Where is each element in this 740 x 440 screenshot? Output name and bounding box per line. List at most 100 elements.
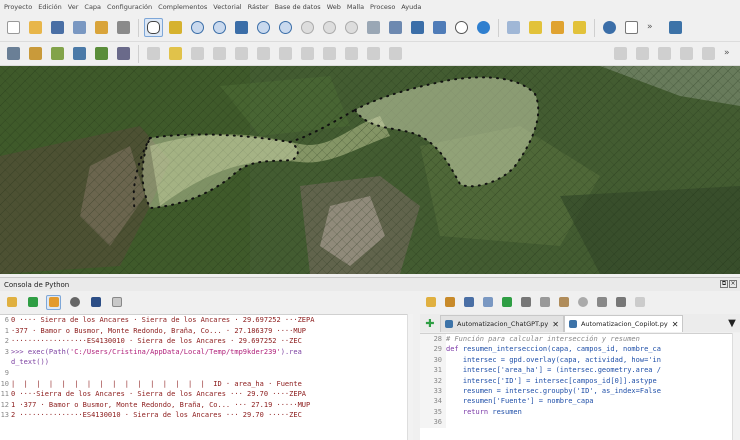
delete-selected-icon[interactable]	[276, 44, 295, 63]
identify-icon[interactable]	[600, 18, 619, 37]
cut-features-icon[interactable]	[298, 44, 317, 63]
more-edit-tools-icon[interactable]: »	[721, 44, 740, 63]
tab-chatgpt[interactable]: Automatizacion_ChatGPT.py ✕	[440, 315, 564, 332]
run-script-icon[interactable]	[500, 295, 514, 309]
menu-item[interactable]: Vectorial	[213, 3, 241, 11]
paste-icon[interactable]	[557, 295, 571, 309]
float-panel-icon[interactable]: ⧉	[720, 280, 728, 288]
copy-features-icon[interactable]	[320, 44, 339, 63]
open-script-icon[interactable]	[424, 295, 438, 309]
print-layout-icon[interactable]	[92, 18, 111, 37]
data-source-manager-icon[interactable]	[4, 44, 23, 63]
menu-item[interactable]: Base de datos	[275, 3, 321, 11]
console-output[interactable]: 60 ···· Sierra de los Ancares · Sierra d…	[0, 314, 413, 440]
menu-item[interactable]: Ráster	[248, 3, 269, 11]
help-icon[interactable]	[88, 295, 103, 310]
object-inspector-icon[interactable]	[614, 295, 628, 309]
current-edits-icon[interactable]	[144, 44, 163, 63]
menu-item[interactable]: Malla	[347, 3, 364, 11]
line-number: 9	[4, 368, 9, 377]
editor-scrollbar[interactable]	[732, 333, 740, 440]
select-features-icon[interactable]	[526, 18, 545, 37]
new-temporary-layer-icon[interactable]	[92, 44, 111, 63]
new-spatialite-icon[interactable]	[70, 44, 89, 63]
undo-icon[interactable]	[364, 44, 383, 63]
new-project-icon[interactable]	[4, 18, 23, 37]
bookmark-icon[interactable]	[408, 18, 427, 37]
bookmarks-panel-icon[interactable]	[430, 18, 449, 37]
menu-item[interactable]: Proceso	[370, 3, 395, 11]
line-number: 29	[420, 344, 446, 355]
menu-item[interactable]: Capa	[84, 3, 101, 11]
zoom-out-icon[interactable]	[210, 18, 229, 37]
tab-menu-icon[interactable]: ▼	[724, 315, 740, 332]
attribute-table-icon[interactable]	[622, 18, 641, 37]
new-virtual-layer-icon[interactable]	[114, 44, 133, 63]
new-shapefile-icon[interactable]	[48, 44, 67, 63]
open-project-icon[interactable]	[26, 18, 45, 37]
menu-item[interactable]: Configuración	[107, 3, 152, 11]
label-change-icon[interactable]	[699, 44, 718, 63]
layout-manager-icon[interactable]	[114, 18, 133, 37]
clear-console-icon[interactable]	[4, 295, 19, 310]
open-in-external-editor-icon[interactable]	[443, 295, 457, 309]
zoom-selection-icon[interactable]	[254, 18, 273, 37]
add-tab-icon[interactable]: ✚	[420, 315, 440, 332]
save-as-script-icon[interactable]	[481, 295, 495, 309]
zoom-layer-icon[interactable]	[276, 18, 295, 37]
python-console-icon[interactable]	[666, 18, 685, 37]
new-map-view-icon[interactable]	[364, 18, 383, 37]
map-canvas[interactable]	[0, 66, 740, 274]
copy-icon[interactable]	[538, 295, 552, 309]
menu-item[interactable]: Ver	[68, 3, 79, 11]
digitize-icon[interactable]	[210, 44, 229, 63]
menu-item[interactable]: Edición	[38, 3, 62, 11]
identify-features-icon[interactable]	[504, 18, 523, 37]
zoom-last-icon[interactable]	[320, 18, 339, 37]
console-settings-icon[interactable]	[109, 295, 124, 310]
pan-to-selection-icon[interactable]	[166, 18, 185, 37]
deselect-features-icon[interactable]	[548, 18, 567, 37]
close-tab-icon[interactable]: ✕	[552, 320, 559, 329]
new-3d-map-icon[interactable]	[386, 18, 405, 37]
zoom-in-icon[interactable]	[188, 18, 207, 37]
select-by-value-icon[interactable]	[570, 18, 589, 37]
save-script-icon[interactable]	[462, 295, 476, 309]
toggle-editing-icon[interactable]	[166, 44, 185, 63]
more-tools-icon[interactable]: »	[644, 18, 663, 37]
label-move-icon[interactable]	[655, 44, 674, 63]
tab-copilot[interactable]: Automatizacion_Copilot.py ✕	[563, 315, 684, 332]
paste-features-icon[interactable]	[342, 44, 361, 63]
code-editor[interactable]: 28 # Función para calcular intersección y…	[420, 333, 732, 440]
pan-tool-icon[interactable]	[144, 18, 163, 37]
zoom-full-icon[interactable]	[232, 18, 251, 37]
close-panel-icon[interactable]: ×	[729, 280, 737, 288]
redo-icon[interactable]	[386, 44, 405, 63]
save-project-icon[interactable]	[48, 18, 67, 37]
save-edits-icon[interactable]	[188, 44, 207, 63]
comment-icon[interactable]	[595, 295, 609, 309]
modify-attributes-icon[interactable]	[254, 44, 273, 63]
zoom-next-icon[interactable]	[342, 18, 361, 37]
menu-item[interactable]: Web	[327, 3, 341, 11]
show-editor-icon[interactable]	[46, 294, 61, 310]
label-toolbar-icon[interactable]	[611, 44, 630, 63]
temporal-controller-icon[interactable]	[452, 18, 471, 37]
vertex-tool-icon[interactable]	[232, 44, 251, 63]
menu-item[interactable]: Ayuda	[401, 3, 421, 11]
zoom-native-icon[interactable]	[298, 18, 317, 37]
close-tab-icon[interactable]: ✕	[672, 320, 679, 329]
run-command-icon[interactable]	[25, 295, 40, 310]
console-scrollbar[interactable]	[407, 314, 413, 440]
save-as-icon[interactable]	[70, 18, 89, 37]
new-geopackage-icon[interactable]	[26, 44, 45, 63]
menu-item[interactable]: Complementos	[158, 3, 207, 11]
options-icon[interactable]	[67, 295, 82, 310]
cut-icon[interactable]	[519, 295, 533, 309]
refresh-icon[interactable]	[474, 18, 493, 37]
find-text-icon[interactable]	[576, 295, 590, 309]
help-editor-icon[interactable]	[633, 295, 647, 309]
menu-item[interactable]: Proyecto	[4, 3, 32, 11]
label-pin-icon[interactable]	[633, 44, 652, 63]
label-rotate-icon[interactable]	[677, 44, 696, 63]
